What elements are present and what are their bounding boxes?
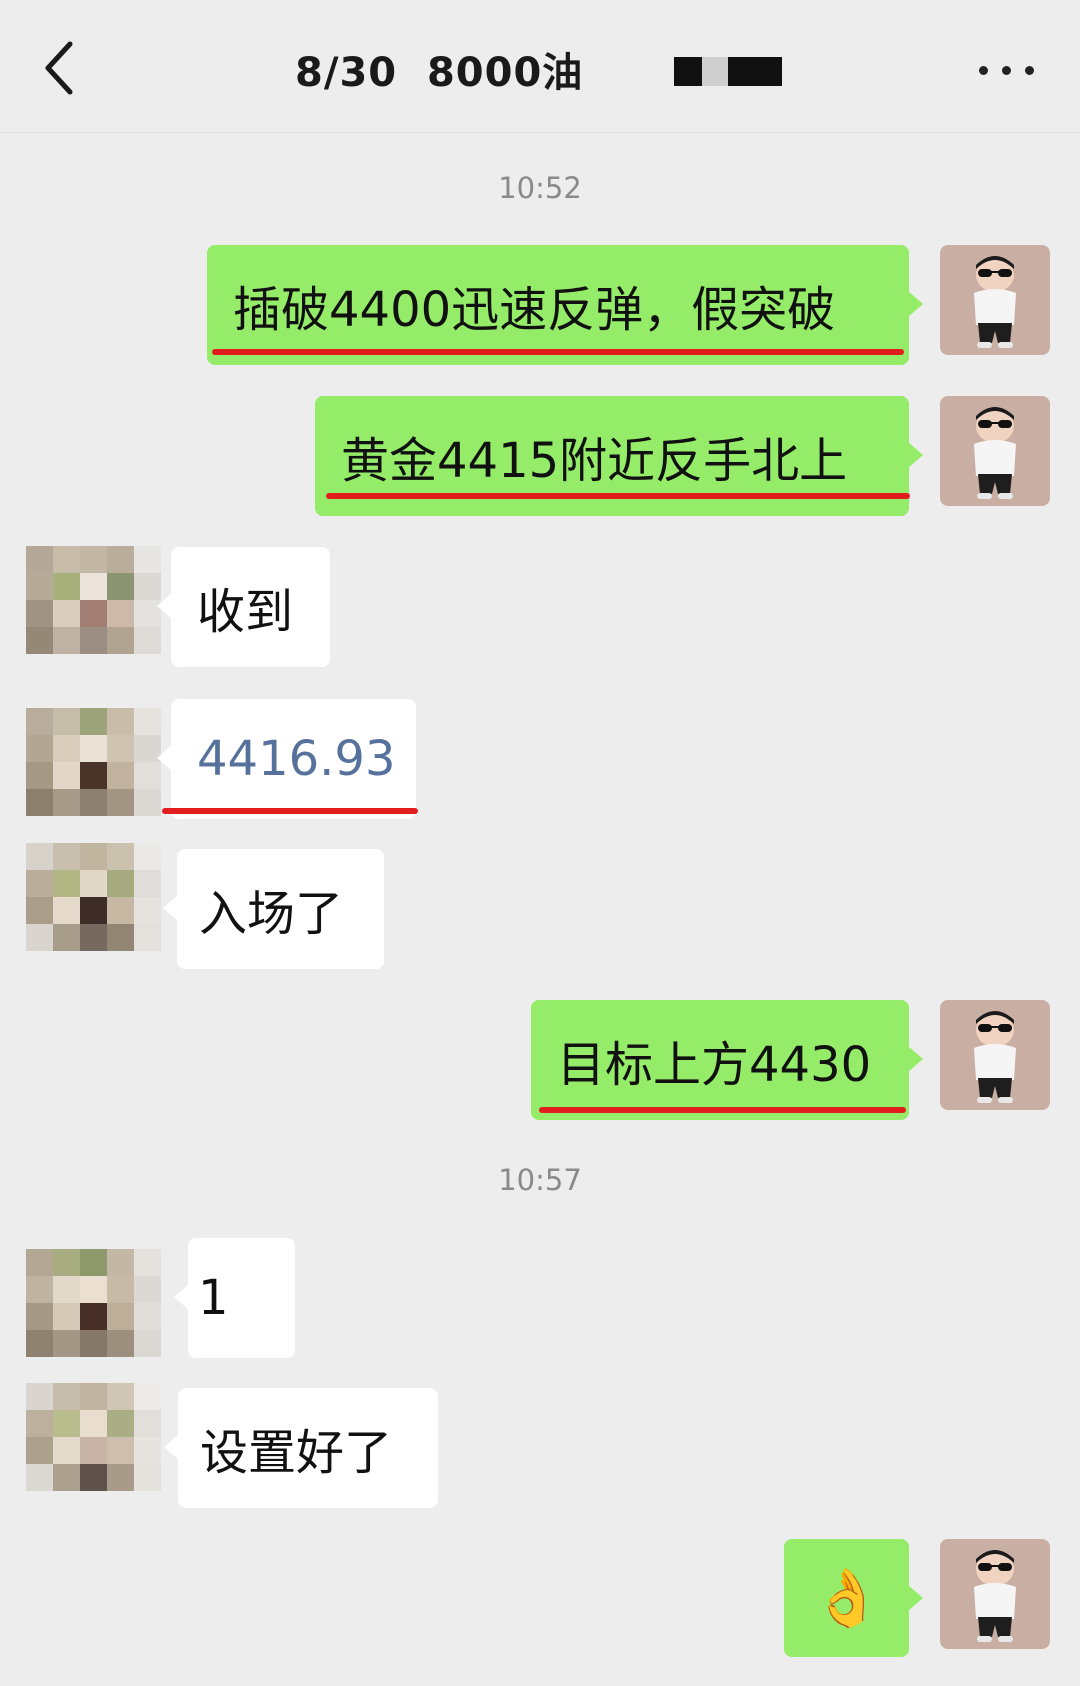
ok-hand-emoji: 👌	[812, 1566, 882, 1631]
message-bubble-sent[interactable]: 插破4400迅速反弹，假突破	[207, 245, 923, 365]
cartoon-avatar-icon	[974, 407, 1016, 499]
message-bubble-received[interactable]: 收到	[157, 547, 330, 667]
cartoon-avatar-icon	[974, 256, 1016, 348]
red-underline	[162, 808, 418, 814]
message-text: 入场了	[199, 886, 344, 942]
message-text: 收到	[197, 584, 294, 640]
message-bubble-sent[interactable]: 目标上方4430	[531, 1000, 923, 1120]
contact-avatar-pixelated[interactable]	[26, 1249, 162, 1359]
message-bubble-received[interactable]: 设置好了	[164, 1388, 438, 1508]
contact-avatar-pixelated[interactable]	[26, 1383, 162, 1493]
self-avatar[interactable]	[940, 1539, 1050, 1649]
message-link-text[interactable]: 4416.93	[197, 731, 396, 787]
message-bubble-received[interactable]: 入场了	[163, 849, 384, 969]
self-avatar[interactable]	[940, 245, 1050, 355]
red-underline	[326, 493, 910, 499]
self-avatar[interactable]	[940, 396, 1050, 506]
redacted-title-block	[728, 57, 782, 86]
message-text: 1	[198, 1270, 229, 1326]
cartoon-avatar-icon	[974, 1550, 1016, 1642]
red-underline	[212, 349, 904, 355]
redacted-title-block	[674, 57, 702, 86]
redacted-title-block	[702, 57, 728, 86]
message-text: 目标上方4430	[557, 1037, 872, 1093]
message-bubble-sent[interactable]: 👌	[784, 1539, 923, 1657]
message-bubble-received[interactable]: 1	[174, 1238, 295, 1358]
more-dots-icon	[979, 66, 988, 75]
contact-avatar-pixelated[interactable]	[26, 708, 162, 818]
chevron-left-icon	[45, 41, 73, 95]
chat-header: 8/30 8000油	[0, 0, 1080, 133]
more-options-button[interactable]	[975, 50, 1055, 90]
message-text: 黄金4415附近反手北上	[341, 433, 848, 489]
timestamp: 10:57	[498, 1163, 582, 1197]
self-avatar[interactable]	[940, 1000, 1050, 1110]
message-text: 插破4400迅速反弹，假突破	[233, 282, 836, 338]
contact-avatar-pixelated[interactable]	[26, 546, 162, 656]
timestamp: 10:52	[498, 171, 582, 205]
cartoon-avatar-icon	[974, 1011, 1016, 1103]
message-bubble-received[interactable]: 4416.93	[157, 699, 416, 819]
back-button[interactable]	[34, 28, 94, 108]
message-text: 设置好了	[200, 1425, 393, 1481]
contact-avatar-pixelated[interactable]	[26, 843, 162, 953]
chat-title: 8/30 8000油	[295, 50, 584, 96]
red-underline	[539, 1107, 906, 1113]
